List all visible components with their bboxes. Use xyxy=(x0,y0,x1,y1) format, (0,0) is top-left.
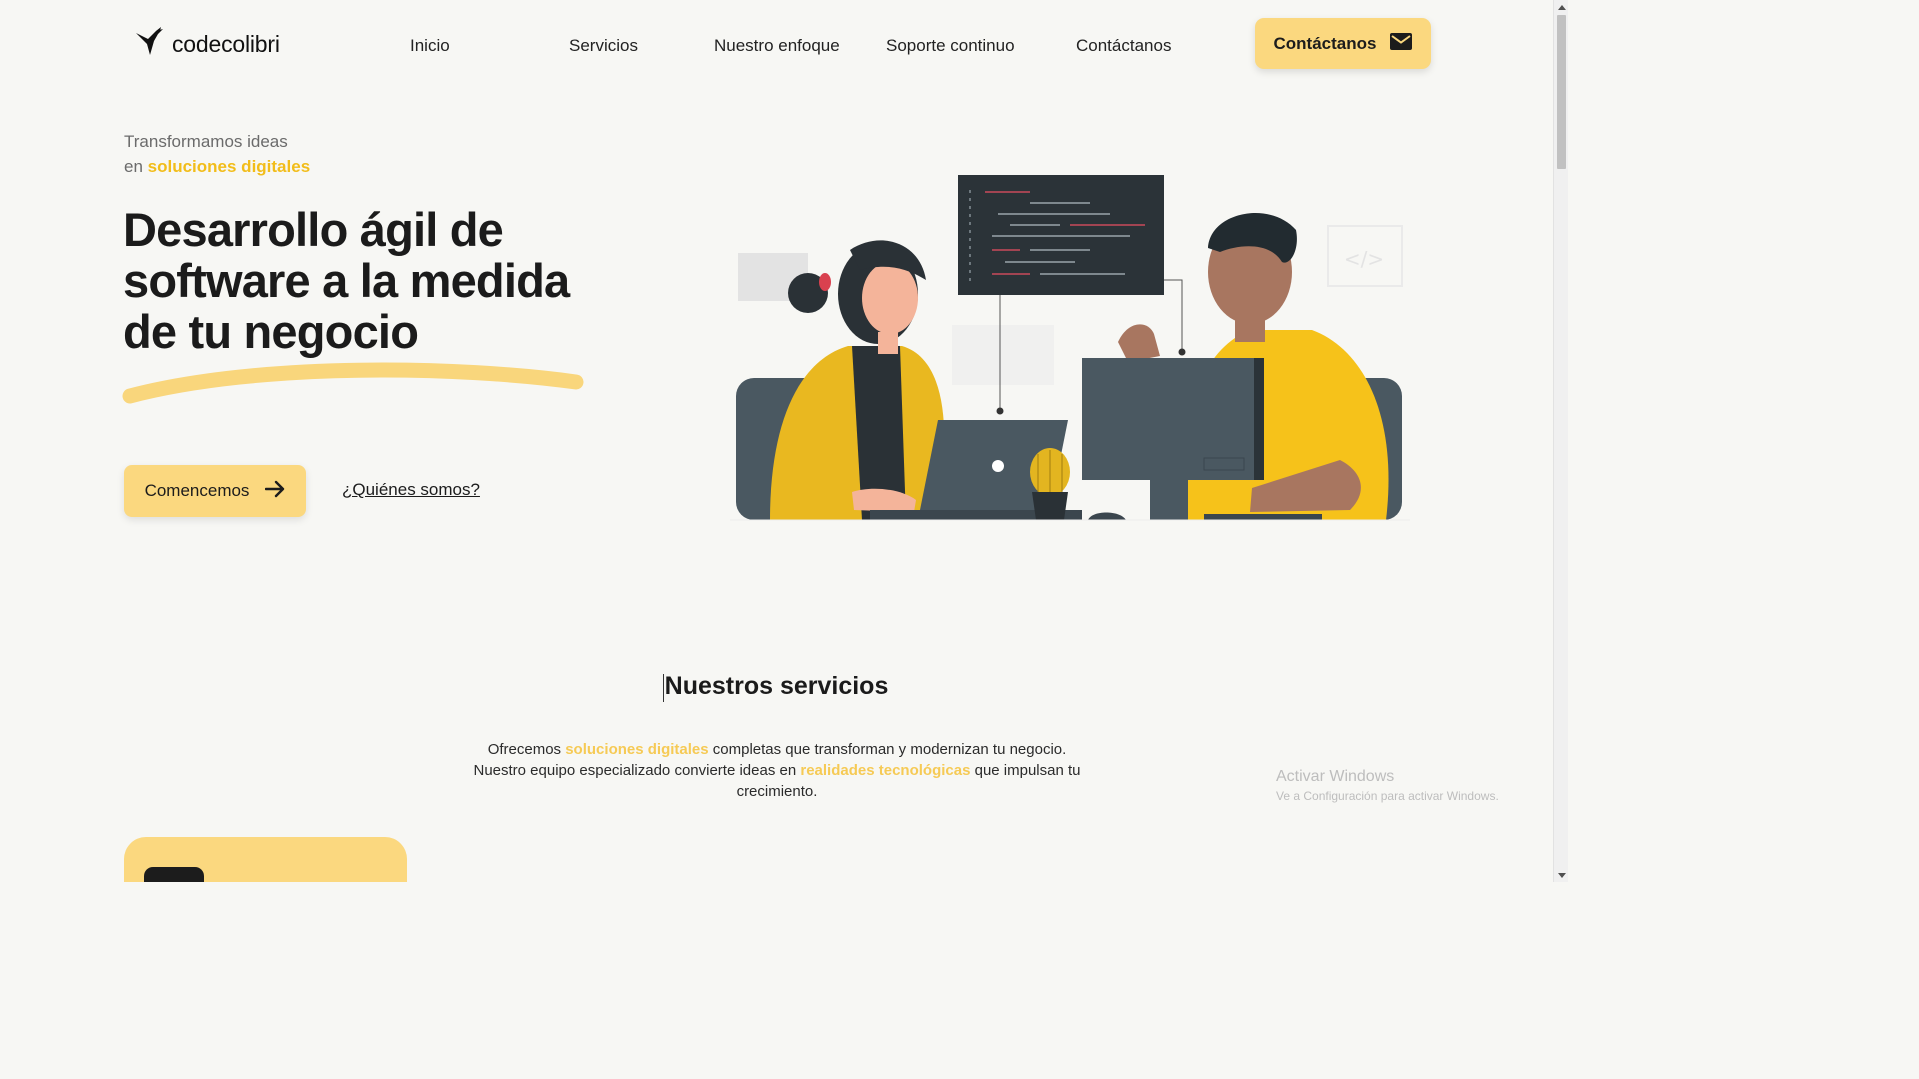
svg-text:</>: </> xyxy=(1344,247,1384,271)
nav-nuestro-enfoque[interactable]: Nuestro enfoque xyxy=(714,36,840,56)
hero-title: Desarrollo ágil de software a la medida … xyxy=(123,204,683,357)
watermark-title: Activar Windows xyxy=(1276,768,1499,786)
desktop-monitor xyxy=(1082,358,1264,480)
hero-title-line1: Desarrollo ágil de xyxy=(123,204,683,255)
eyebrow-prefix: en xyxy=(124,157,143,176)
nav-contactanos[interactable]: Contáctanos xyxy=(1076,36,1171,56)
hero-eyebrow: Transformamos ideas en soluciones digita… xyxy=(124,129,310,179)
scroll-down-arrow-icon[interactable] xyxy=(1554,868,1569,882)
arrow-right-icon xyxy=(265,480,285,503)
logo[interactable]: codecolibri xyxy=(134,27,280,62)
services-desc-highlight1: soluciones digitales xyxy=(565,741,708,758)
start-button[interactable]: Comencemos xyxy=(124,465,306,517)
service-card[interactable] xyxy=(124,837,407,882)
title-underline-decoration xyxy=(120,360,590,410)
hero-title-line3: de tu negocio xyxy=(123,306,683,357)
start-button-label: Comencemos xyxy=(145,481,250,501)
services-description: Ofrecemos soluciones digitales completas… xyxy=(470,739,1084,802)
contact-button[interactable]: Contáctanos xyxy=(1255,18,1431,69)
service-card-icon xyxy=(144,867,204,882)
services-desc-highlight2: realidades tecnológicas xyxy=(800,762,970,779)
vertical-scrollbar[interactable] xyxy=(1553,0,1568,882)
eyebrow-line2: en soluciones digitales xyxy=(124,154,310,179)
code-screen xyxy=(958,175,1164,295)
about-us-link[interactable]: ¿Quiénes somos? xyxy=(342,480,480,500)
watermark-subtitle: Ve a Configuración para activar Windows. xyxy=(1276,789,1499,803)
logo-text: codecolibri xyxy=(172,31,280,58)
eyebrow-highlight: soluciones digitales xyxy=(148,157,311,176)
bg-code-panel xyxy=(952,325,1054,385)
scrollbar-thumb[interactable] xyxy=(1557,15,1566,169)
text-cursor xyxy=(663,674,664,702)
page: codecolibri Inicio Servicios Nuestro enf… xyxy=(0,0,1553,882)
scroll-up-arrow-icon[interactable] xyxy=(1554,0,1569,14)
nav-servicios[interactable]: Servicios xyxy=(569,36,638,56)
windows-activation-watermark: Activar Windows Ve a Configuración para … xyxy=(1276,768,1499,803)
contact-button-label: Contáctanos xyxy=(1274,34,1377,54)
nav-inicio[interactable]: Inicio xyxy=(410,36,450,56)
eyebrow-line1: Transformamos ideas xyxy=(124,129,310,154)
envelope-icon xyxy=(1390,33,1412,55)
hero-illustration: </> xyxy=(730,170,1410,530)
cactus-plant xyxy=(1030,448,1070,520)
services-desc-part1: Ofrecemos xyxy=(488,741,566,758)
hero-title-line2: software a la medida xyxy=(123,255,683,306)
hummingbird-logo-icon xyxy=(134,27,166,62)
services-title: Nuestros servicios xyxy=(0,672,1553,701)
nav-soporte-continuo[interactable]: Soporte continuo xyxy=(886,36,1015,56)
